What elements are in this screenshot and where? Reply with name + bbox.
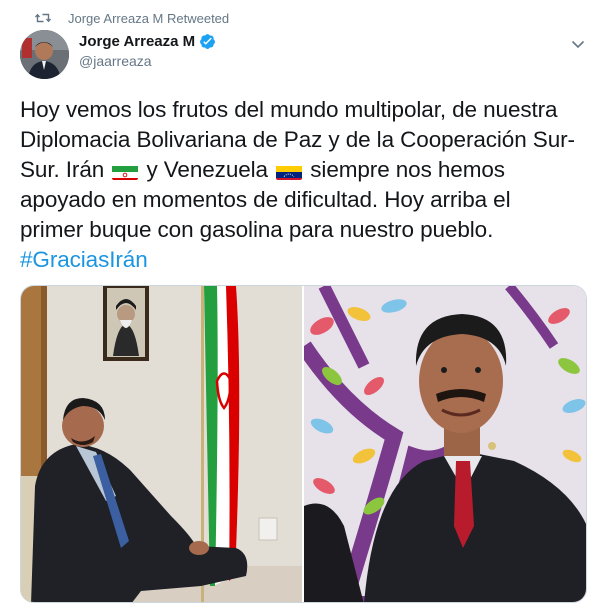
avatar[interactable]: [20, 30, 69, 79]
iran-flag-icon: [112, 162, 139, 180]
tweet-line: primer buque con gasolina para nuestro p…: [20, 217, 494, 242]
photo-meeting-iran-flag[interactable]: [21, 286, 302, 602]
retweet-context[interactable]: Jorge Arreaza M Retweeted: [20, 9, 229, 27]
hashtag-link[interactable]: #GraciasIrán: [20, 245, 585, 275]
venezuela-flag-icon: [276, 162, 303, 180]
author-display-name[interactable]: Jorge Arreaza M: [79, 33, 195, 50]
verified-badge-icon: [199, 33, 216, 50]
tweet-line-part: y Venezuela: [146, 157, 268, 182]
tweet-line: Diplomacia Bolivariana de Paz y de la Co…: [20, 127, 575, 152]
tweet-line: apoyado en momentos de dificultad. Hoy a…: [20, 187, 511, 212]
tweet-text: Hoy vemos los frutos del mundo multipola…: [20, 95, 585, 275]
tweet-line-part: Sur. Irán: [20, 157, 105, 182]
retweet-icon: [20, 12, 66, 24]
tweet-line-part: siempre nos hemos: [310, 157, 505, 182]
tweet-media[interactable]: [20, 285, 587, 603]
chevron-down-icon[interactable]: [571, 36, 585, 54]
author-info[interactable]: Jorge Arreaza M @jaarreaza: [79, 33, 216, 69]
retweet-label[interactable]: Jorge Arreaza M Retweeted: [68, 11, 229, 26]
photo-portrait[interactable]: [304, 286, 586, 602]
author-handle[interactable]: @jaarreaza: [79, 53, 216, 69]
tweet-line-flags: Sur. Irán y Venezuela siempre nos hemos: [20, 155, 585, 185]
tweet-line: Hoy vemos los frutos del mundo multipola…: [20, 97, 558, 122]
